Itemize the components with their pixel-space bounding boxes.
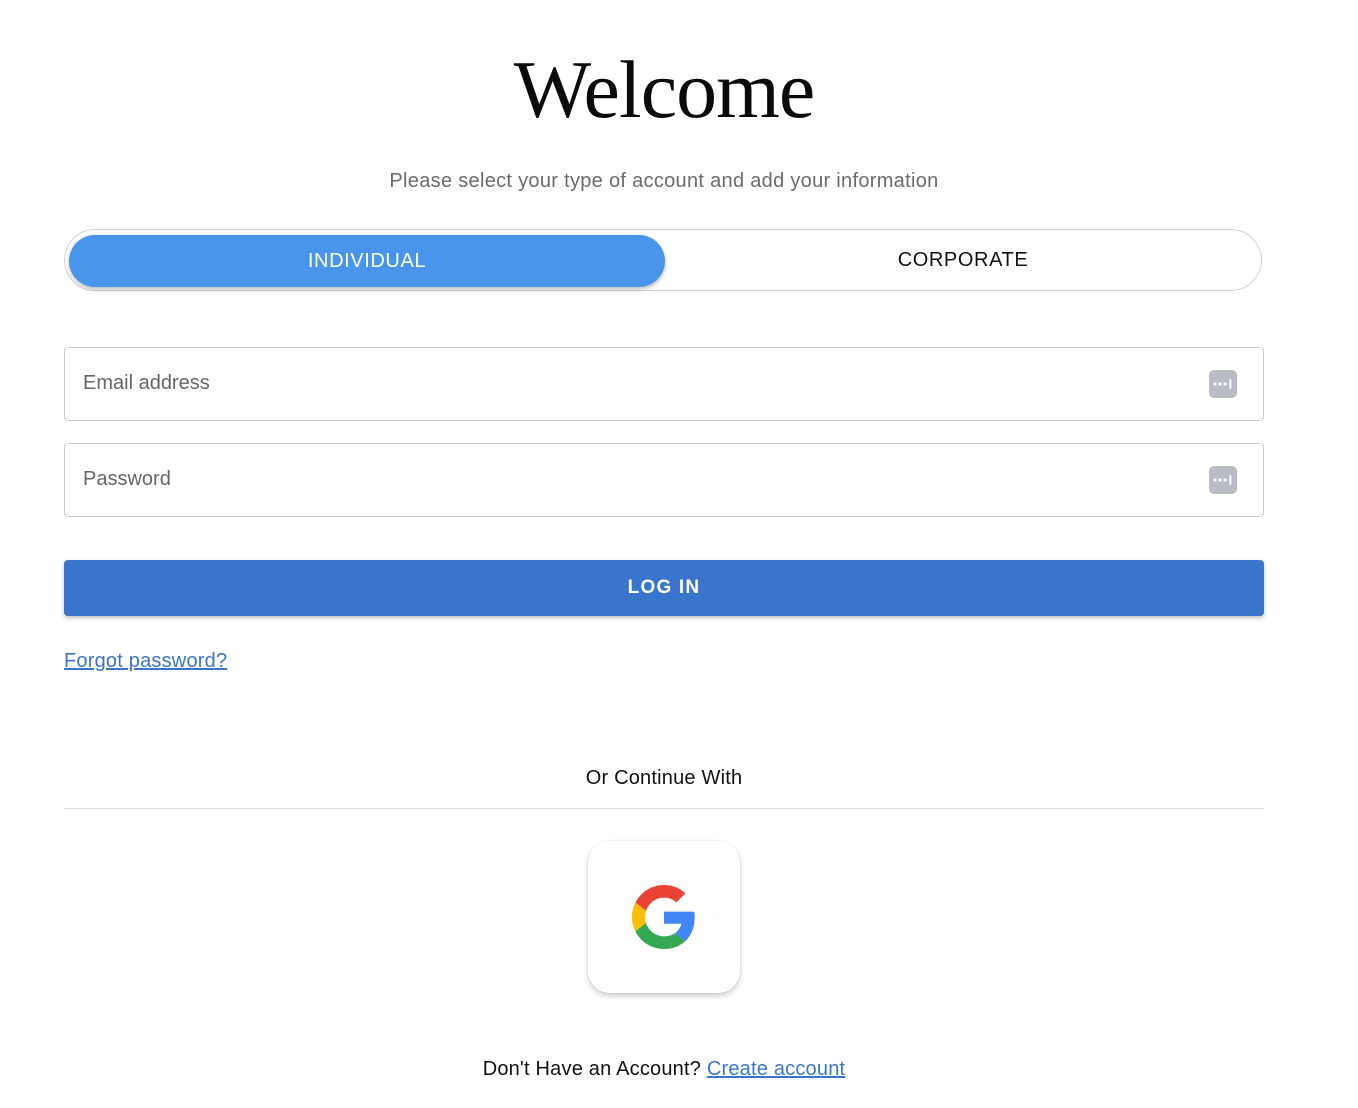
login-page: Welcome Please select your type of accou… bbox=[0, 0, 1358, 1108]
login-button[interactable]: LOG IN bbox=[64, 560, 1264, 616]
email-field-container bbox=[64, 347, 1264, 424]
password-manager-icon[interactable] bbox=[1209, 370, 1237, 398]
forgot-password-link[interactable]: Forgot password? bbox=[64, 650, 227, 673]
signup-prompt-text: Don't Have an Account? bbox=[482, 1058, 702, 1080]
page-title: Welcome bbox=[513, 44, 816, 135]
password-manager-icon[interactable] bbox=[1209, 466, 1237, 494]
email-field[interactable] bbox=[83, 348, 1183, 424]
password-field[interactable] bbox=[83, 444, 1183, 520]
tab-individual[interactable]: INDIVIDUAL bbox=[69, 235, 665, 287]
page-subtitle: Please select your type of account and a… bbox=[389, 170, 939, 192]
create-account-link[interactable]: Create account bbox=[707, 1058, 845, 1080]
continue-with-label: Or Continue With bbox=[585, 767, 743, 789]
account-type-toggle: INDIVIDUAL CORPORATE bbox=[64, 229, 1262, 291]
password-field-container bbox=[64, 443, 1264, 520]
signup-prompt: Don't Have an Account? Create account bbox=[0, 1058, 1328, 1081]
tab-corporate[interactable]: CORPORATE bbox=[665, 230, 1261, 290]
google-signin-button[interactable] bbox=[588, 841, 740, 993]
google-icon bbox=[632, 885, 695, 949]
divider bbox=[64, 808, 1264, 809]
